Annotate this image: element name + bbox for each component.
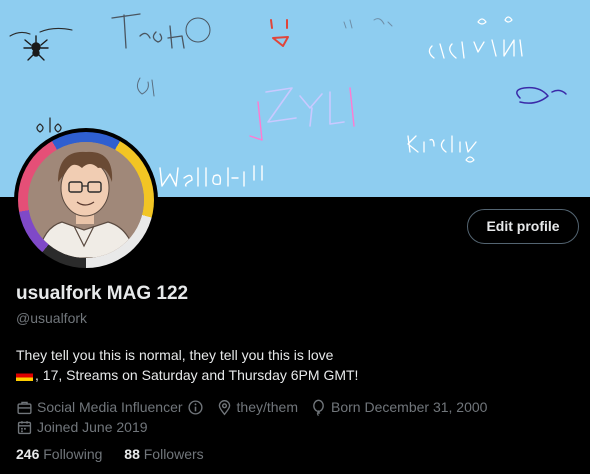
born-text: Born December 31, 2000 <box>331 399 488 415</box>
info-icon[interactable] <box>187 399 204 416</box>
germany-flag-icon <box>16 370 33 381</box>
category-text: Social Media Influencer <box>37 399 183 415</box>
spider-doodle <box>23 35 49 61</box>
followers-link[interactable]: 88 Followers <box>124 446 203 462</box>
casey-doodle <box>428 39 523 59</box>
edit-profile-button[interactable]: Edit profile <box>467 209 579 244</box>
profile-handle: @usualfork <box>16 310 88 326</box>
profile-bio: They tell you this is normal, they tell … <box>16 345 358 385</box>
avatar-image <box>28 142 144 258</box>
location-pin-icon <box>218 399 230 415</box>
signature-doodle <box>9 27 73 37</box>
category-item: Social Media Influencer <box>16 397 204 417</box>
red-face-doodle <box>270 19 289 47</box>
briefcase-icon <box>17 401 32 414</box>
followers-label: Followers <box>143 446 204 462</box>
sage-doodle <box>516 86 567 104</box>
following-link[interactable]: 246 Following <box>16 446 102 462</box>
kirstino-doodle <box>407 135 477 153</box>
followers-count: 88 <box>124 446 140 462</box>
olo-doodle <box>36 117 62 133</box>
display-name: usualfork MAG 122 <box>16 283 189 304</box>
following-count: 246 <box>16 446 40 462</box>
birthday-item: Born December 31, 2000 <box>310 397 487 417</box>
profile-metadata: Social Media Influencer they/them Born D… <box>16 397 499 437</box>
joined-item: Joined June 2019 <box>16 417 148 437</box>
pronouns-item: they/them <box>216 397 298 417</box>
following-label: Following <box>43 446 103 462</box>
zyle-doodle <box>265 87 345 127</box>
joined-text: Joined June 2019 <box>37 419 148 435</box>
bio-line-2-text: , 17, Streams on Saturday and Thursday 6… <box>35 367 359 383</box>
avatar[interactable] <box>14 128 158 272</box>
follow-stats: 246 Following 88 Followers <box>16 446 222 462</box>
trash-doodle <box>111 13 185 49</box>
bio-line-1: They tell you this is normal, they tell … <box>16 347 334 363</box>
mellohi-doodle <box>159 165 263 187</box>
pronouns-text: they/them <box>236 399 299 415</box>
bio-line-2: , 17, Streams on Saturday and Thursday 6… <box>16 365 358 385</box>
calendar-icon <box>17 420 32 434</box>
balloon-icon <box>313 399 324 416</box>
